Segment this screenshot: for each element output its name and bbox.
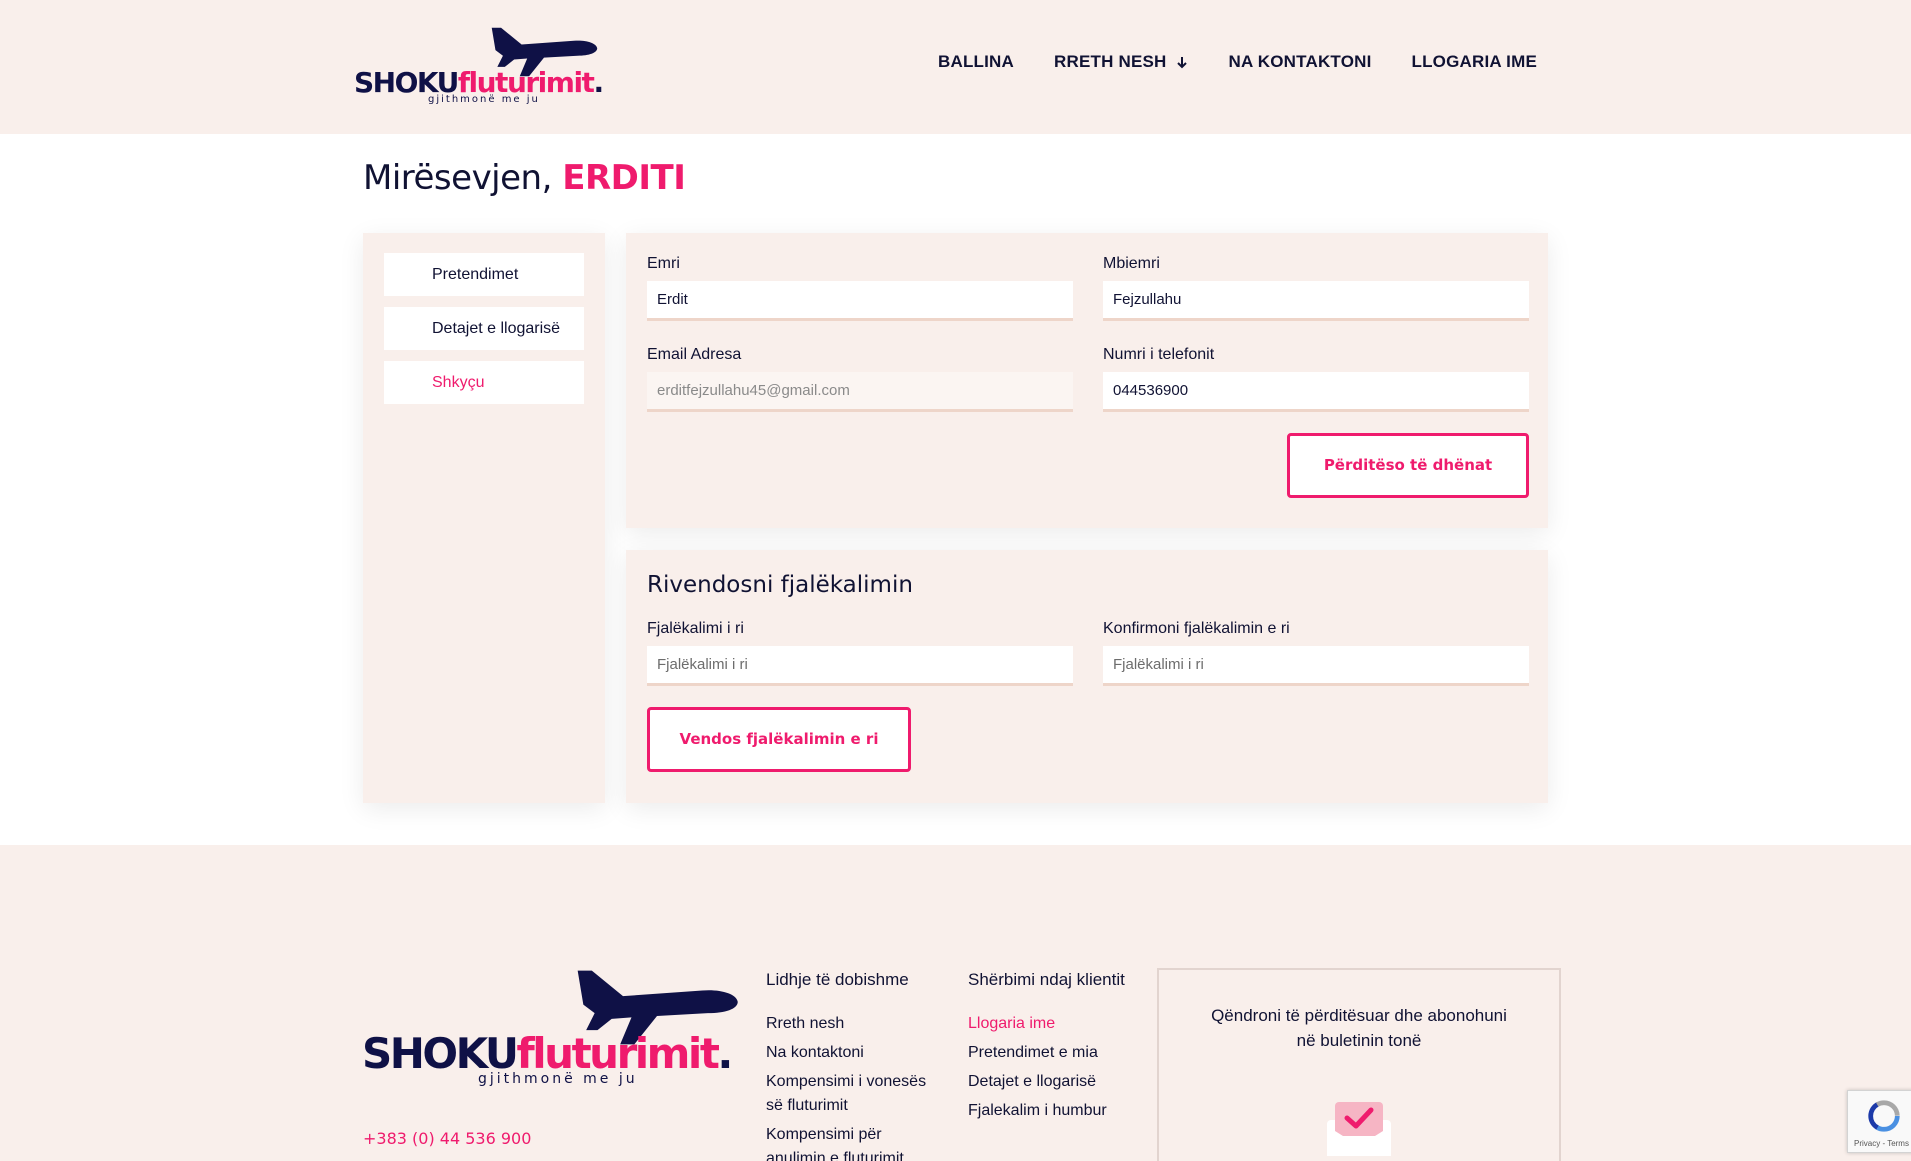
nav-label: BALLINA bbox=[938, 52, 1014, 71]
phone-label: Numri i telefonit bbox=[1103, 346, 1215, 363]
nav-llogaria-ime[interactable]: LLOGARIA IME bbox=[1412, 52, 1537, 72]
newsletter-text: Qëndroni të përditësuar dhe abonohuni në… bbox=[1159, 1003, 1559, 1053]
recaptcha-terms[interactable]: Privacy - Terms bbox=[1854, 1139, 1909, 1148]
new-password-label: Fjalëkalimi i ri bbox=[647, 620, 744, 637]
reset-password-panel: Rivendosni fjalëkalimin Fjalëkalimi i ri… bbox=[626, 550, 1548, 803]
footer-link-delay-comp-2[interactable]: së fluturimit bbox=[766, 1094, 848, 1118]
customer-service-title: Shërbimi ndaj klientit bbox=[968, 970, 1125, 989]
first-name-field[interactable] bbox=[647, 281, 1073, 321]
nav-ballina[interactable]: BALLINA bbox=[938, 52, 1014, 72]
footer-link-cancel-comp-2[interactable]: anulimin e fluturimit bbox=[766, 1147, 904, 1161]
nav-label: RRETH NESH bbox=[1054, 52, 1167, 71]
site-footer bbox=[0, 845, 1911, 1161]
footer-link-my-account[interactable]: Llogaria ime bbox=[968, 1012, 1055, 1036]
newsletter-box: Qëndroni të përditësuar dhe abonohuni në… bbox=[1157, 968, 1561, 1161]
last-name-label: Mbiemri bbox=[1103, 255, 1160, 272]
newsletter-line-1: Qëndroni të përditësuar dhe abonohuni bbox=[1211, 1006, 1507, 1025]
footer-link-account-details[interactable]: Detajet e llogarisë bbox=[968, 1070, 1096, 1094]
footer-link-about[interactable]: Rreth nesh bbox=[766, 1012, 844, 1036]
nav-rreth-nesh[interactable]: RRETH NESH bbox=[1054, 52, 1189, 72]
footer-phone[interactable]: +383 (0) 44 536 900 bbox=[363, 1129, 531, 1148]
sidebar-item-pretendimet[interactable]: Pretendimet bbox=[384, 253, 584, 296]
new-password-field[interactable] bbox=[647, 646, 1073, 686]
update-details-button[interactable]: Përditëso të dhënat bbox=[1287, 433, 1529, 498]
email-label: Email Adresa bbox=[647, 346, 742, 363]
footer-link-my-claims[interactable]: Pretendimet e mia bbox=[968, 1041, 1098, 1065]
account-details-panel: Emri Mbiemri Email Adresa Numri i telefo… bbox=[626, 233, 1548, 528]
main-nav: BALLINA RRETH NESH NA KONTAKTONI LLOGARI… bbox=[938, 52, 1537, 72]
sidebar-item-logout[interactable]: Shkyçu bbox=[384, 361, 584, 404]
nav-label: LLOGARIA IME bbox=[1411, 52, 1537, 71]
envelope-check-icon bbox=[1327, 1102, 1391, 1156]
logo-tagline: gjithmonë me ju bbox=[428, 94, 540, 105]
site-header: SHOKUfluturimit. gjithmonë me ju BALLINA… bbox=[0, 0, 1911, 134]
confirm-password-label: Konfirmoni fjalëkalimin e ri bbox=[1103, 620, 1290, 637]
recaptcha-badge[interactable]: Privacy - Terms bbox=[1847, 1090, 1911, 1153]
arrow-down-icon bbox=[1176, 57, 1187, 69]
logo-tagline: gjithmonë me ju bbox=[478, 1071, 638, 1087]
nav-label: NA KONTAKTONI bbox=[1228, 52, 1372, 71]
footer-link-contact[interactable]: Na kontaktoni bbox=[766, 1041, 864, 1065]
nav-na-kontaktoni[interactable]: NA KONTAKTONI bbox=[1229, 52, 1372, 72]
set-new-password-button[interactable]: Vendos fjalëkalimin e ri bbox=[647, 707, 911, 772]
welcome-user-name: ERDITI bbox=[562, 158, 686, 198]
footer-logo[interactable]: SHOKUfluturimit. gjithmonë me ju bbox=[362, 965, 746, 1090]
welcome-heading: Mirësevjen, ERDITI bbox=[363, 158, 686, 198]
footer-link-delay-comp[interactable]: Kompensimi i vonesës bbox=[766, 1070, 926, 1094]
header-logo[interactable]: SHOKUfluturimit. gjithmonë me ju bbox=[354, 24, 604, 108]
first-name-label: Emri bbox=[647, 255, 680, 272]
reset-password-title: Rivendosni fjalëkalimin bbox=[647, 572, 913, 598]
sidebar-item-account-details[interactable]: Detajet e llogarisë bbox=[384, 307, 584, 350]
phone-field[interactable] bbox=[1103, 372, 1529, 412]
email-field[interactable] bbox=[647, 372, 1073, 412]
welcome-greeting: Mirësevjen, bbox=[363, 158, 552, 198]
footer-link-cancel-comp[interactable]: Kompensimi për bbox=[766, 1123, 882, 1147]
last-name-field[interactable] bbox=[1103, 281, 1529, 321]
confirm-password-field[interactable] bbox=[1103, 646, 1529, 686]
footer-link-lost-password[interactable]: Fjalekalim i humbur bbox=[968, 1099, 1107, 1123]
recaptcha-icon bbox=[1868, 1100, 1900, 1132]
newsletter-line-2: në buletinin tonë bbox=[1296, 1031, 1422, 1050]
account-sidebar: Pretendimet Detajet e llogarisë Shkyçu bbox=[363, 233, 605, 803]
useful-links-title: Lidhje të dobishme bbox=[766, 970, 909, 989]
